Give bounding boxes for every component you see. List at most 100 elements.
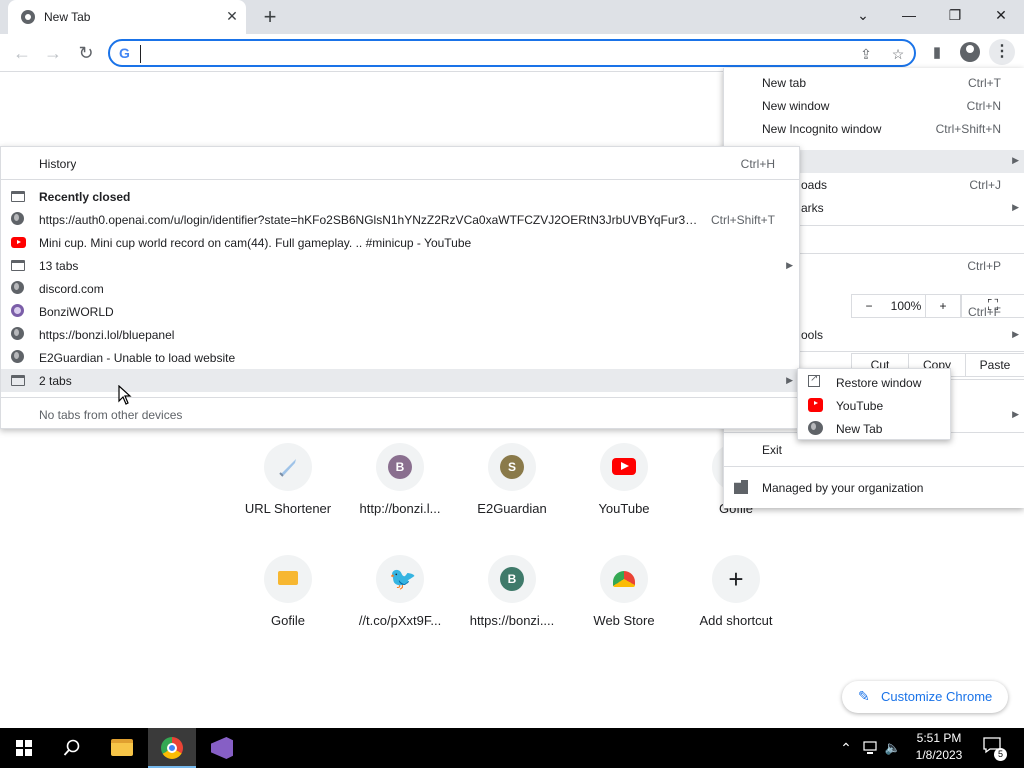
file-explorer-button[interactable] xyxy=(98,728,146,768)
tab-strip: New Tab ✕ + ⌄ — ❐ ✕ xyxy=(0,0,1024,34)
twitter-icon: 🐦 xyxy=(389,566,417,591)
history-item-label: discord.com xyxy=(39,282,104,296)
search-button[interactable] xyxy=(48,728,96,768)
shortcut-icon-circle xyxy=(600,443,648,491)
side-panel-icon[interactable]: ▮ xyxy=(924,40,950,66)
menu-item-label: New Incognito window xyxy=(762,122,882,136)
history-item[interactable]: https://auth0.openai.com/u/login/identif… xyxy=(1,208,799,231)
history-item-label: E2Guardian - Unable to load website xyxy=(39,351,236,365)
new-tab-button[interactable]: + xyxy=(258,5,282,29)
clock-time: 5:51 PM xyxy=(916,731,962,745)
menu-item-exit[interactable]: Exit xyxy=(724,439,1024,462)
history-item-label: https://bonzi.lol/bluepanel xyxy=(39,328,175,342)
bookmark-star-icon[interactable]: ☆ xyxy=(888,44,908,64)
restore-button[interactable]: ❐ xyxy=(941,4,969,26)
history-item-label: BonziWORLD xyxy=(39,305,114,319)
menu-item-shortcut: Ctrl+N xyxy=(966,99,1001,113)
chrome-favicon-icon xyxy=(21,10,35,24)
building-icon xyxy=(734,480,748,494)
menu-item-new-window[interactable]: New window Ctrl+N xyxy=(724,95,1024,118)
menu-item-history-page[interactable]: History Ctrl+H xyxy=(1,152,799,175)
menu-item-label: New Tab xyxy=(836,422,883,436)
paste-button[interactable]: Paste xyxy=(965,353,1024,377)
webstore-icon xyxy=(613,571,635,587)
shortcut-icon-circle xyxy=(264,443,312,491)
shortcut-tile[interactable]: 🐦 //t.co/pXxt9F... xyxy=(344,555,456,655)
history-item-label: 13 tabs xyxy=(39,259,79,273)
shortcut-icon-circle: B xyxy=(488,555,536,603)
clock[interactable]: 5:51 PM 1/8/2023 xyxy=(896,730,982,766)
search-icon xyxy=(63,739,80,756)
share-icon[interactable]: ⇪ xyxy=(856,44,876,64)
tray-chevron-icon[interactable]: ⌃ xyxy=(836,728,856,768)
visual-studio-button[interactable] xyxy=(198,728,246,768)
start-button[interactable] xyxy=(0,728,48,768)
menu-item-new-tab[interactable]: New tab Ctrl+T xyxy=(724,72,1024,95)
window-icon xyxy=(11,375,25,386)
history-item[interactable]: https://bonzi.lol/bluepanel xyxy=(1,323,799,346)
letter-avatar-icon: B xyxy=(388,455,412,479)
shortcut-tile[interactable]: Web Store xyxy=(568,555,680,655)
google-icon: G xyxy=(119,45,130,61)
sword-icon xyxy=(279,459,296,477)
tab-search-button[interactable]: ⌄ xyxy=(849,4,877,26)
shortcut-tile[interactable]: B https://bonzi.... xyxy=(456,555,568,655)
pencil-icon: ✎ xyxy=(858,688,870,704)
shortcut-tile[interactable]: YouTube xyxy=(568,443,680,543)
submenu-arrow-icon: ▶ xyxy=(786,375,793,385)
reload-button[interactable]: ↻ xyxy=(73,40,99,66)
shortcut-icon-circle xyxy=(264,555,312,603)
menu-item-label: New tab xyxy=(762,76,807,90)
menu-item-shortcut: Ctrl+P xyxy=(967,259,1001,273)
history-item[interactable]: discord.com xyxy=(1,277,799,300)
history-item[interactable]: BonziWORLD xyxy=(1,300,799,323)
recently-closed-label: Recently closed xyxy=(39,190,131,204)
youtube-icon xyxy=(11,237,26,248)
shortcut-tile[interactable]: S E2Guardian xyxy=(456,443,568,543)
window-icon xyxy=(11,260,25,271)
letter-avatar-icon: S xyxy=(500,455,524,479)
add-shortcut-button[interactable]: + Add shortcut xyxy=(680,555,792,655)
shortcut-label: YouTube xyxy=(598,501,650,516)
forward-button[interactable]: → xyxy=(40,40,66,66)
omnibox[interactable]: G ⇪ ☆ xyxy=(108,39,916,67)
restore-window-icon xyxy=(808,373,820,387)
chrome-taskbar-button[interactable] xyxy=(148,728,196,768)
network-icon[interactable] xyxy=(859,728,883,768)
back-button[interactable]: ← xyxy=(9,40,35,66)
clock-date: 1/8/2023 xyxy=(915,748,963,762)
plus-icon: + xyxy=(728,564,744,594)
menu-item-new-incognito[interactable]: New Incognito window Ctrl+Shift+N xyxy=(724,118,1024,141)
shortcut-tile[interactable]: URL Shortener xyxy=(232,443,344,543)
customize-chrome-label: Customize Chrome xyxy=(881,689,993,704)
address-input[interactable] xyxy=(140,45,830,63)
shortcut-label: Add shortcut xyxy=(699,613,773,628)
restore-window-item[interactable]: Restore window xyxy=(798,371,950,394)
visual-studio-icon xyxy=(211,737,233,759)
tab-new-tab[interactable]: New Tab ✕ xyxy=(8,0,246,34)
shortcut-tile[interactable]: Gofile xyxy=(232,555,344,655)
menu-item-label: New window xyxy=(762,99,830,113)
menu-item-shortcut: Ctrl+Shift+T xyxy=(710,213,775,227)
bonzi-icon xyxy=(11,304,24,317)
history-item[interactable]: E2Guardian - Unable to load website xyxy=(1,346,799,369)
history-item-label: https://auth0.openai.com/u/login/identif… xyxy=(39,213,701,227)
tab-item-new-tab[interactable]: New Tab xyxy=(798,417,950,440)
shortcut-icon-circle: + xyxy=(712,555,760,603)
minimize-button[interactable]: — xyxy=(895,4,923,26)
close-tab-icon[interactable]: ✕ xyxy=(224,8,240,24)
history-item[interactable]: Mini cup. Mini cup world record on cam(4… xyxy=(1,231,799,254)
windows-logo-icon xyxy=(16,740,32,756)
close-window-button[interactable]: ✕ xyxy=(987,4,1015,26)
chrome-menu-button[interactable]: ⋮ xyxy=(989,39,1015,65)
profile-avatar-icon[interactable] xyxy=(960,42,980,62)
customize-chrome-button[interactable]: ✎ Customize Chrome xyxy=(842,681,1008,713)
shortcut-tile[interactable]: B http://bonzi.l... xyxy=(344,443,456,543)
notification-center-button[interactable]: 5 xyxy=(982,736,1007,761)
file-explorer-icon xyxy=(111,739,133,756)
history-item-13-tabs[interactable]: 13 tabs ▶ xyxy=(1,254,799,277)
managed-by-org[interactable]: Managed by your organization xyxy=(724,477,1024,500)
youtube-icon xyxy=(808,398,823,412)
tab-item-youtube[interactable]: YouTube xyxy=(798,394,950,417)
other-devices-item: No tabs from other devices xyxy=(1,403,799,426)
